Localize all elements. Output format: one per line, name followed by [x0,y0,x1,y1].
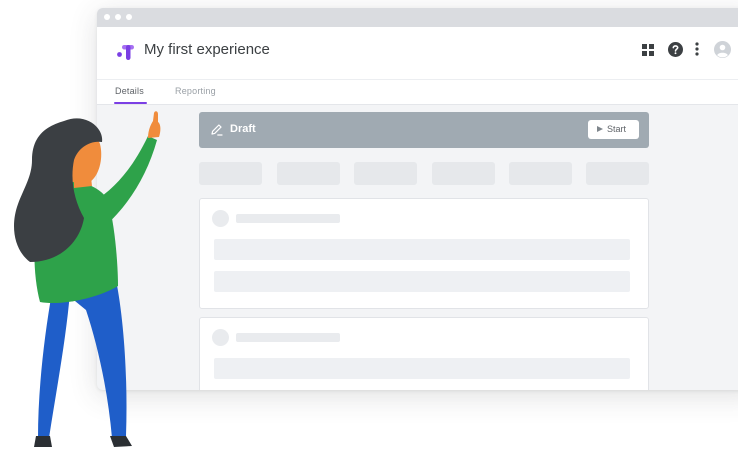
stage: My first experience Details Reporting Dr… [0,0,738,451]
woman-pointing-up-illustration [14,111,161,447]
